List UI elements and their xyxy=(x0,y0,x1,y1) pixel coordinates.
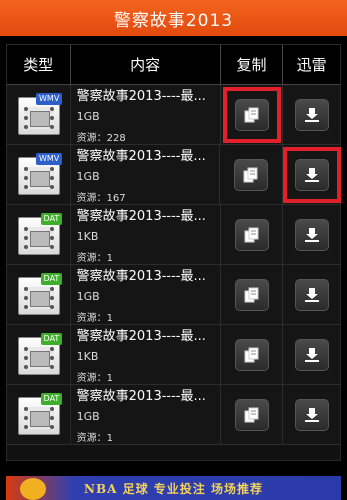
ad-text: NBA 足球 专业投注 场场推荐 xyxy=(84,481,263,496)
copy-button[interactable] xyxy=(234,398,269,431)
copy-cell xyxy=(220,145,283,204)
table-row[interactable]: DAT 警察故事2013----最... 1GB 资源：1 xyxy=(7,265,340,325)
table-row[interactable]: WMV 警察故事2013----最... 1GB 资源：167 xyxy=(7,145,341,205)
copy-icon xyxy=(244,347,259,362)
content-cell[interactable]: 警察故事2013----最... 1GB 资源：1 xyxy=(71,265,221,324)
file-name: 警察故事2013----最... xyxy=(76,329,206,344)
header-copy: 复制 xyxy=(221,45,284,84)
content-cell[interactable]: 警察故事2013----最... 1GB 资源：1 xyxy=(71,385,221,444)
file-size: 1GB xyxy=(76,110,100,123)
download-button[interactable] xyxy=(294,278,329,311)
file-size: 1KB xyxy=(76,230,99,243)
download-cell xyxy=(283,85,340,144)
file-size: 1GB xyxy=(76,170,100,183)
header-download: 迅雷 xyxy=(296,56,327,74)
table-row[interactable]: WMV 警察故事2013----最... 1GB 资源：228 xyxy=(7,85,340,145)
header-content: 内容 xyxy=(71,45,221,84)
copy-icon xyxy=(244,407,259,422)
copy-button[interactable] xyxy=(234,218,269,251)
download-cell xyxy=(283,385,340,444)
download-cell xyxy=(282,145,341,204)
download-button[interactable] xyxy=(294,338,329,371)
download-button[interactable] xyxy=(294,398,329,431)
download-button[interactable] xyxy=(294,218,329,251)
header-type: 类型 xyxy=(7,45,71,84)
video-file-icon: WMV xyxy=(14,92,63,137)
file-name: 警察故事2013----最... xyxy=(76,149,206,164)
download-icon xyxy=(304,287,319,302)
content-cell[interactable]: 警察故事2013----最... 1KB 资源：1 xyxy=(71,325,221,384)
download-cell xyxy=(283,325,340,384)
copy-icon xyxy=(244,227,259,242)
file-name: 警察故事2013----最... xyxy=(76,389,206,404)
type-cell: DAT xyxy=(7,205,71,264)
file-name: 警察故事2013----最... xyxy=(76,269,206,284)
copy-button[interactable] xyxy=(234,338,269,371)
source-count: 资源：1 xyxy=(76,313,113,324)
type-cell: WMV xyxy=(7,145,71,204)
file-name: 警察故事2013----最... xyxy=(76,209,206,224)
download-cell xyxy=(283,205,340,264)
copy-cell xyxy=(221,205,284,264)
type-cell: DAT xyxy=(7,265,71,324)
file-size: 1GB xyxy=(76,410,100,423)
content-cell[interactable]: 警察故事2013----最... 1GB 资源：228 xyxy=(71,85,221,144)
file-size: 1KB xyxy=(76,350,99,363)
download-icon xyxy=(304,167,319,182)
type-cell: DAT xyxy=(7,385,71,444)
copy-cell xyxy=(221,265,284,324)
download-icon xyxy=(304,407,319,422)
table-row[interactable]: DAT 警察故事2013----最... 1KB 资源：1 xyxy=(7,205,340,265)
download-icon xyxy=(304,227,319,242)
file-size: 1GB xyxy=(76,290,100,303)
download-cell xyxy=(283,265,340,324)
copy-cell xyxy=(221,85,284,144)
ad-banner[interactable]: NBA 足球 专业投注 场场推荐 xyxy=(6,476,341,500)
content-cell[interactable]: 警察故事2013----最... 1KB 资源：1 xyxy=(71,205,221,264)
file-type-badge: DAT xyxy=(40,392,63,405)
file-type-badge: DAT xyxy=(40,272,63,285)
file-type-badge: WMV xyxy=(35,152,63,165)
highlight-box xyxy=(222,86,281,143)
spacer xyxy=(0,36,347,44)
video-file-icon: DAT xyxy=(14,332,63,377)
video-file-icon: DAT xyxy=(14,392,63,437)
copy-icon xyxy=(244,107,259,122)
copy-cell xyxy=(221,385,284,444)
copy-icon xyxy=(244,287,259,302)
app-title-bar: 警察故事2013 xyxy=(0,0,347,36)
highlight-box xyxy=(282,146,341,203)
copy-button[interactable] xyxy=(234,158,269,191)
source-count: 资源：1 xyxy=(76,433,113,444)
video-file-icon: DAT xyxy=(14,272,63,317)
content-cell[interactable]: 警察故事2013----最... 1GB 资源：167 xyxy=(71,145,221,204)
table-header: 类型 内容 复制 迅雷 xyxy=(7,45,340,85)
file-name: 警察故事2013----最... xyxy=(76,89,206,104)
type-cell: WMV xyxy=(7,85,71,144)
source-count: 资源：1 xyxy=(76,373,113,384)
download-icon xyxy=(304,107,319,122)
copy-button[interactable] xyxy=(234,98,269,131)
source-count: 资源：228 xyxy=(76,133,126,144)
video-file-icon: DAT xyxy=(14,212,63,257)
type-cell: DAT xyxy=(7,325,71,384)
table-row[interactable]: DAT 警察故事2013----最... 1KB 资源：1 xyxy=(7,325,340,385)
file-type-badge: DAT xyxy=(40,332,63,345)
mascot-icon xyxy=(20,478,46,500)
copy-icon xyxy=(243,167,258,182)
copy-cell xyxy=(221,325,284,384)
page-title: 警察故事2013 xyxy=(113,10,234,31)
file-type-badge: DAT xyxy=(40,212,63,225)
resource-table: 类型 内容 复制 迅雷 WMV 警察故事2013----最... 1GB 资源：… xyxy=(6,44,341,461)
video-file-icon: WMV xyxy=(14,152,63,197)
copy-button[interactable] xyxy=(234,278,269,311)
download-button[interactable] xyxy=(294,98,329,131)
download-button[interactable] xyxy=(294,158,329,191)
download-icon xyxy=(304,347,319,362)
source-count: 资源：167 xyxy=(76,193,126,204)
table-row[interactable]: DAT 警察故事2013----最... 1GB 资源：1 xyxy=(7,385,340,445)
source-count: 资源：1 xyxy=(76,253,113,264)
file-type-badge: WMV xyxy=(36,92,63,105)
